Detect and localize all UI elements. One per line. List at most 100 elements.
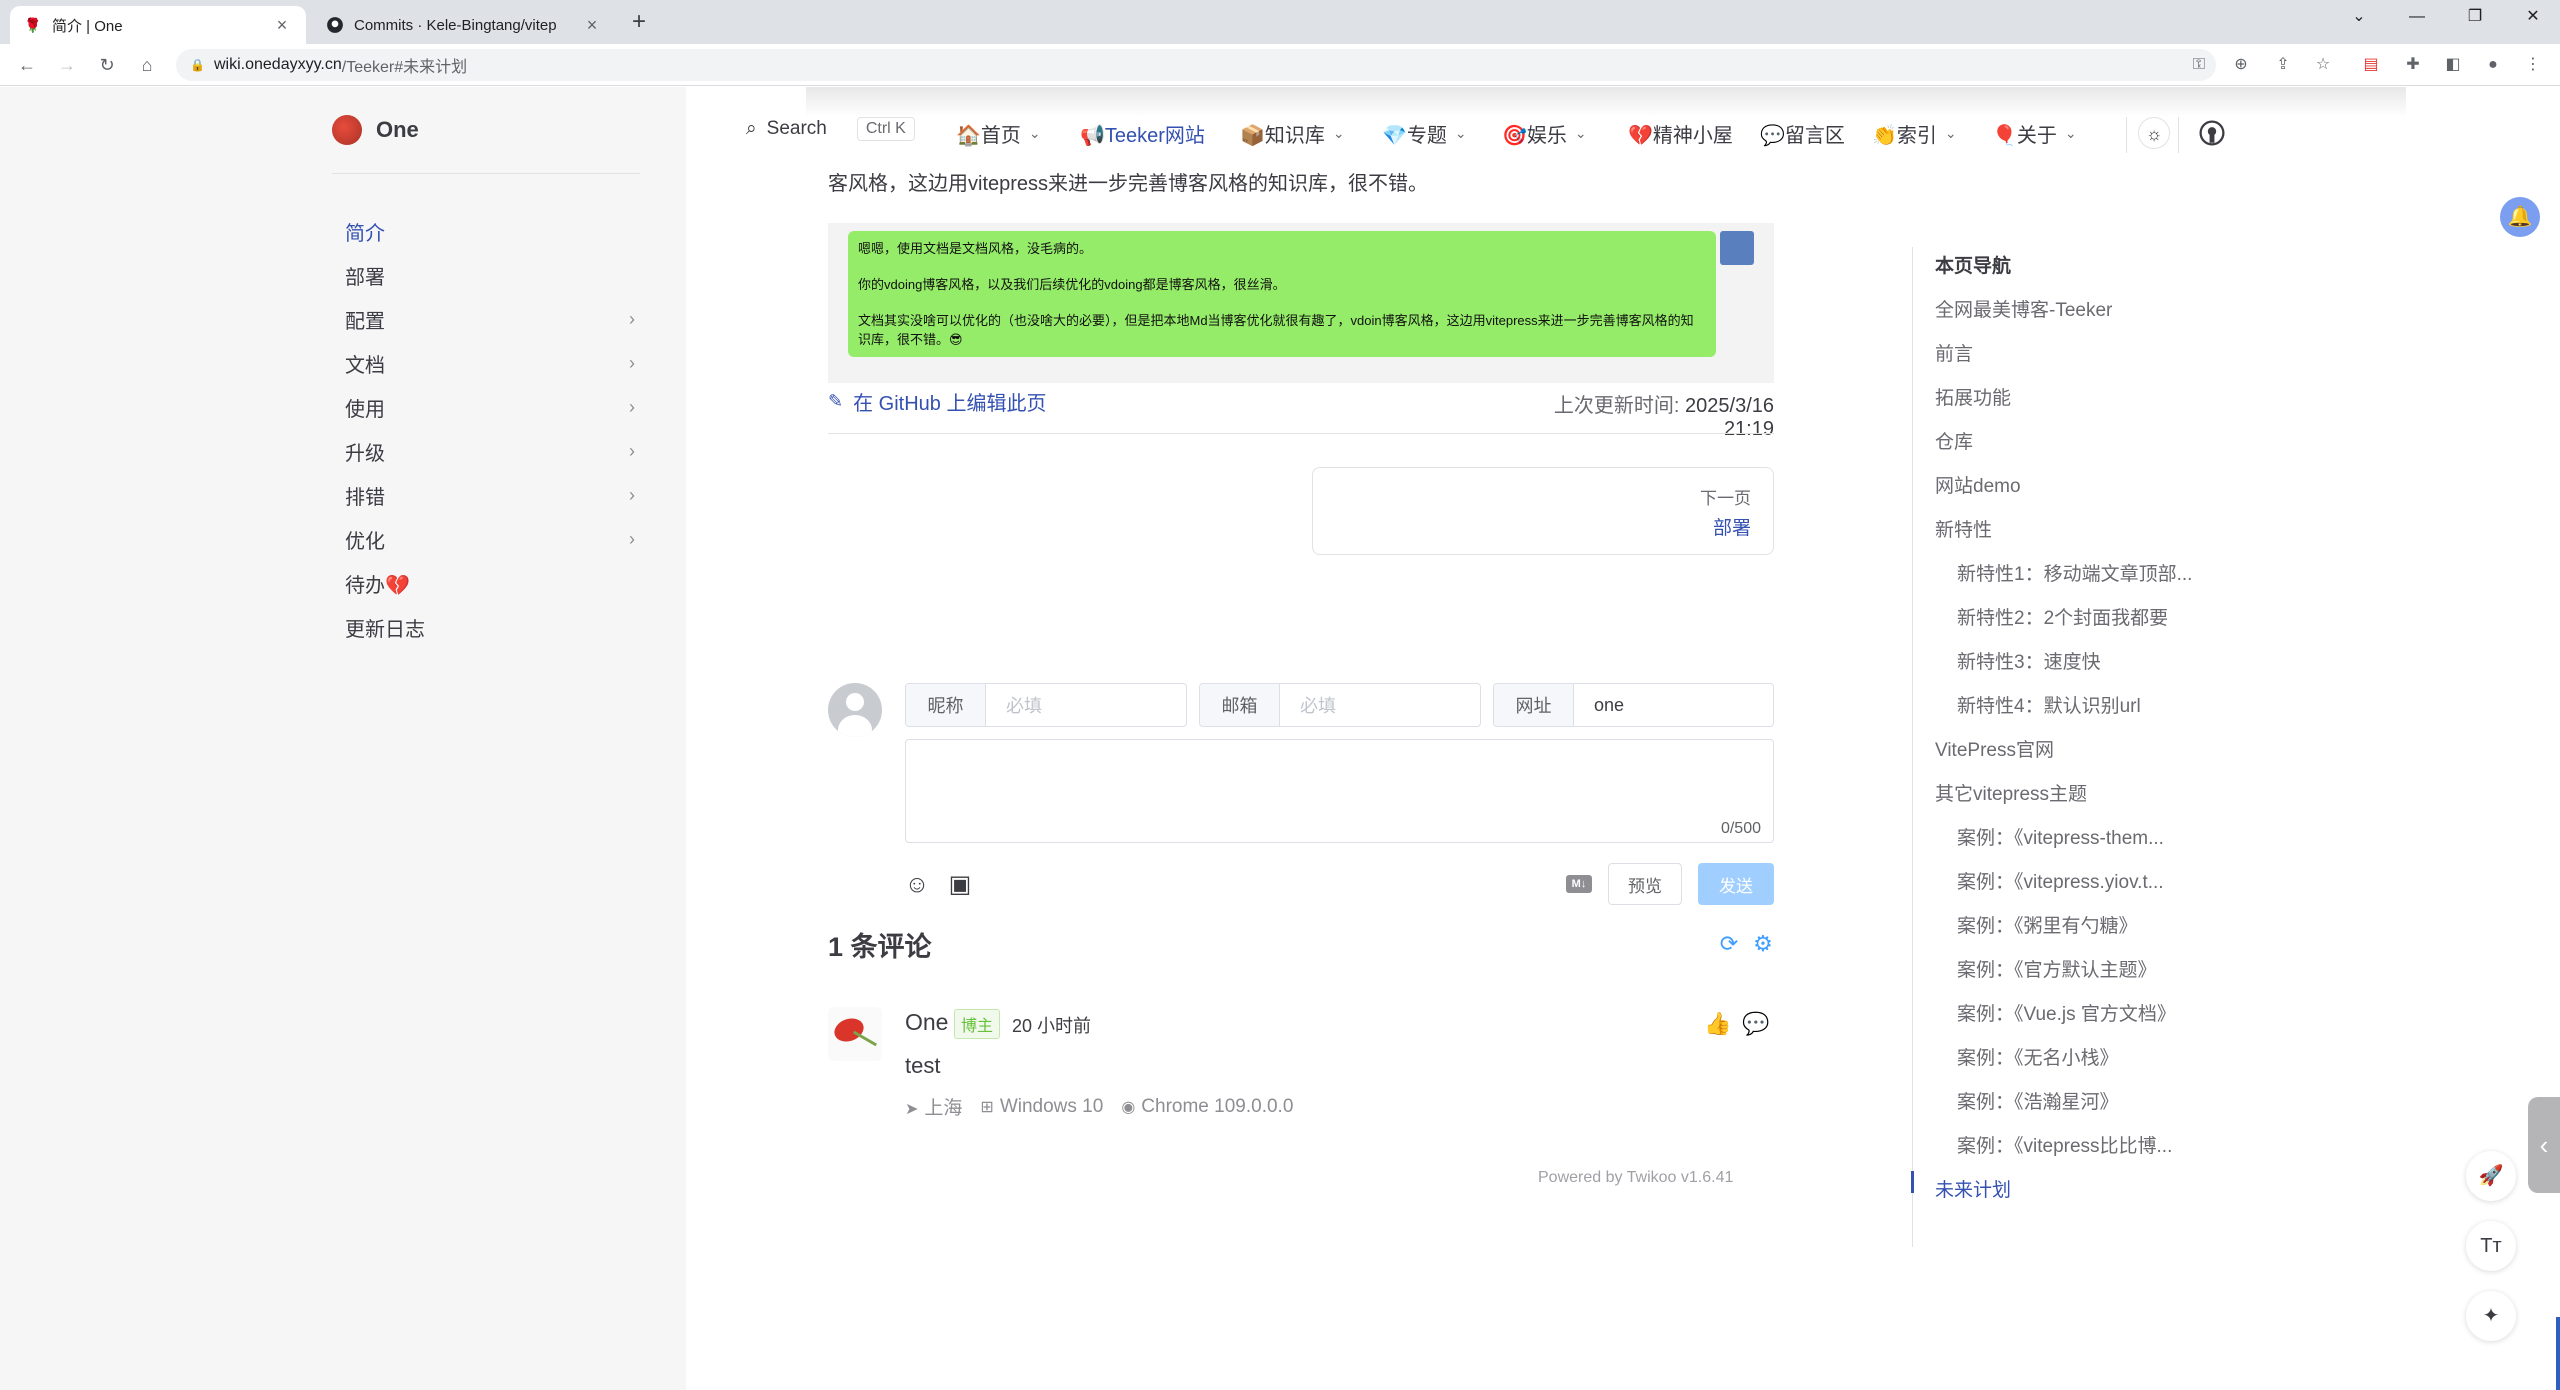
outline-item[interactable]: 案例：《无名小栈》 [1957, 1043, 2119, 1070]
nav-item[interactable]: 📦知识库 ⌄ [1240, 119, 1345, 148]
sidebar-item[interactable]: 更新日志 [345, 607, 645, 647]
sidebar-item[interactable]: 升级 › [345, 431, 645, 471]
tab-search-icon[interactable]: ⌄ [2330, 0, 2388, 36]
sidebar-item[interactable]: 排错 › [345, 475, 645, 515]
outline-item[interactable]: 未来计划 [1935, 1175, 2011, 1202]
nickname-input[interactable]: 必填 [986, 684, 1186, 726]
nickname-field[interactable]: 昵称 必填 [905, 683, 1187, 727]
image-upload-icon[interactable]: ▣ [946, 871, 974, 899]
outline-item[interactable]: 案例：《vitepress-them... [1957, 823, 2164, 850]
reload-icon[interactable]: ↻ [94, 52, 120, 78]
chevron-right-icon[interactable]: › [629, 485, 635, 506]
like-icon[interactable]: 👍 [1704, 1011, 1731, 1037]
sidebar-item[interactable]: 部署 [345, 255, 645, 295]
nav-item[interactable]: 🎯娱乐 ⌄ [1502, 119, 1587, 148]
browser-tab-active[interactable]: 🌹 简介 | One × [10, 6, 306, 44]
restore-button[interactable]: ❐ [2446, 0, 2504, 36]
email-field[interactable]: 邮箱 必填 [1199, 683, 1481, 727]
search-button[interactable]: ⌕ Search Ctrl K [746, 117, 915, 141]
chevron-right-icon[interactable]: › [629, 353, 635, 374]
zoom-icon[interactable]: ⊕ [2230, 54, 2252, 76]
settings-gear-icon[interactable]: ⚙ [1750, 931, 1776, 957]
outline-item[interactable]: 案例：《官方默认主题》 [1957, 955, 2157, 982]
outline-item[interactable]: 案例：《浩瀚星河》 [1957, 1087, 2119, 1114]
minimize-button[interactable]: — [2388, 0, 2446, 36]
sparkle-icon[interactable]: ✦ [2466, 1291, 2516, 1341]
rocket-icon[interactable]: 🚀 [2466, 1151, 2516, 1201]
bookmark-star-icon[interactable]: ☆ [2312, 54, 2334, 76]
extension-icon[interactable]: ▤ [2360, 54, 2382, 76]
edit-on-github-link[interactable]: ✎ 在 GitHub 上编辑此页 [828, 387, 1046, 416]
github-icon[interactable] [2196, 117, 2228, 149]
share-icon[interactable]: ⇪ [2272, 54, 2294, 76]
chevron-right-icon[interactable]: › [629, 397, 635, 418]
comment-nick[interactable]: One [905, 1009, 948, 1036]
outline-item[interactable]: 网站demo [1935, 471, 2021, 498]
nav-item[interactable]: 💔精神小屋 [1628, 119, 1733, 148]
nav-item[interactable]: 💎专题 ⌄ [1382, 119, 1467, 148]
markdown-icon[interactable]: M↓ [1566, 875, 1592, 893]
outline-item[interactable]: 新特性1：移动端文章顶部... [1957, 559, 2192, 586]
outline-item[interactable]: 新特性2：2个封面我都要 [1957, 603, 2168, 630]
sidebar-item[interactable]: 文档 › [345, 343, 645, 383]
comment-textarea[interactable]: 0/500 [905, 739, 1774, 843]
edit-link-label: 在 GitHub 上编辑此页 [853, 393, 1047, 415]
chevron-right-icon[interactable]: › [629, 309, 635, 330]
preview-button[interactable]: 预览 [1608, 863, 1682, 905]
profile-icon[interactable]: ● [2482, 54, 2504, 76]
chevron-right-icon[interactable]: › [629, 441, 635, 462]
close-window-button[interactable]: ✕ [2504, 0, 2560, 36]
comment-meta: ➤ 上海 ⊞ Windows 10 ◉ Chrome 109.0.0.0 [905, 1093, 1293, 1120]
location-arrow-icon: ➤ [905, 1101, 919, 1118]
email-input[interactable]: 必填 [1280, 684, 1480, 726]
outline-item[interactable]: 拓展功能 [1935, 383, 2011, 410]
sidebar-item[interactable]: 待办💔 [345, 563, 645, 603]
chevron-right-icon[interactable]: › [629, 529, 635, 550]
nav-item[interactable]: 👏索引 ⌄ [1872, 119, 1957, 148]
outline-item[interactable]: 新特性 [1935, 515, 1992, 542]
font-size-button[interactable]: Tт [2466, 1221, 2516, 1271]
nav-item[interactable]: 💬留言区 [1760, 119, 1845, 148]
nav-item[interactable]: 🎈关于 ⌄ [1992, 119, 2077, 148]
nav-item[interactable]: 🏠首页 ⌄ [956, 119, 1041, 148]
outline-item[interactable]: 案例：《粥里有勺糖》 [1957, 911, 2138, 938]
outline-item[interactable]: 新特性3：速度快 [1957, 647, 2101, 674]
theme-toggle-icon[interactable]: ☼ [2138, 117, 2170, 149]
home-icon[interactable]: ⌂ [134, 52, 160, 78]
outline-item[interactable]: 仓库 [1935, 427, 1973, 454]
sidebar-item[interactable]: 优化 › [345, 519, 645, 559]
outline-item[interactable]: 案例：《vitepress.yiov.t... [1957, 867, 2164, 894]
close-tab-icon[interactable]: × [272, 15, 292, 36]
collapse-panel-tab[interactable]: ‹ [2528, 1097, 2560, 1193]
forward-icon[interactable]: → [54, 52, 80, 78]
outline-item[interactable]: 前言 [1935, 339, 1973, 366]
outline-item[interactable]: 案例：《Vue.js 官方文档》 [1957, 999, 2176, 1026]
close-tab-icon[interactable]: × [582, 15, 602, 36]
new-tab-button[interactable]: + [624, 8, 654, 38]
emoji-icon[interactable]: ☺ [903, 871, 931, 899]
outline-item[interactable]: VitePress官网 [1935, 735, 2054, 762]
send-button[interactable]: 发送 [1698, 863, 1774, 905]
browser-tab[interactable]: Commits · Kele-Bingtang/vitep × [312, 6, 616, 44]
side-panel-icon[interactable]: ◧ [2442, 54, 2464, 76]
back-icon[interactable]: ← [14, 52, 40, 78]
website-field[interactable]: 网址 one [1493, 683, 1774, 727]
outline-item[interactable]: 新特性4：默认识别url [1957, 691, 2141, 718]
key-icon[interactable]: ⚿ [2188, 54, 2210, 76]
puzzle-extensions-icon[interactable]: ✚ [2402, 54, 2424, 76]
sidebar-item[interactable]: 配置 › [345, 299, 645, 339]
outline-item[interactable]: 其它vitepress主题 [1935, 779, 2087, 806]
menu-kebab-icon[interactable]: ⋮ [2522, 54, 2544, 76]
address-bar[interactable]: 🔒 wiki.onedayxyy.cn/Teeker#未来计划 [176, 49, 2216, 81]
sidebar-item[interactable]: 使用 › [345, 387, 645, 427]
site-logo[interactable]: One [332, 115, 419, 145]
reply-icon[interactable]: 💬 [1742, 1011, 1769, 1037]
sidebar-item[interactable]: 简介 [345, 211, 645, 251]
refresh-icon[interactable]: ⟳ [1716, 931, 1742, 957]
nav-item[interactable]: 📢Teeker网站 [1080, 119, 1205, 148]
website-input[interactable]: one [1574, 684, 1773, 726]
notification-bell-icon[interactable]: 🔔 [2500, 197, 2540, 237]
next-page-link[interactable]: 下一页 部署 [1312, 467, 1774, 555]
outline-item[interactable]: 全网最美博客-Teeker [1935, 295, 2112, 322]
outline-item[interactable]: 案例：《vitepress比比博... [1957, 1131, 2172, 1158]
